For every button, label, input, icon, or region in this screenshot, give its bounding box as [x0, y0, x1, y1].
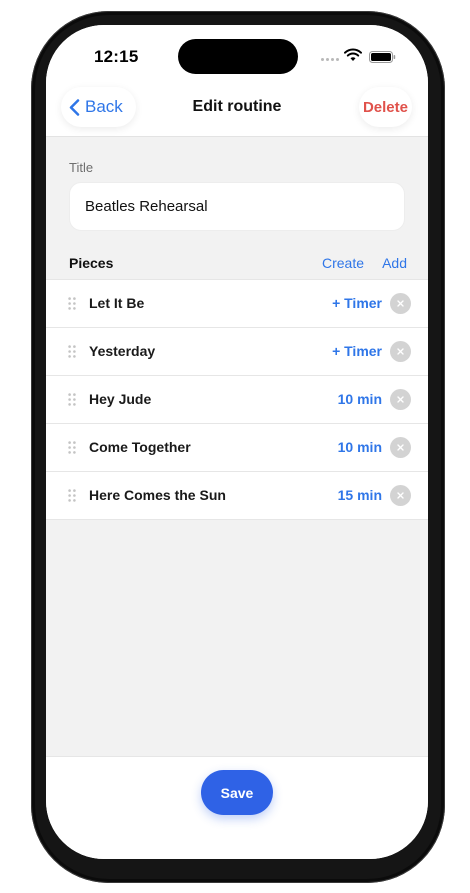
drag-handle-icon[interactable] — [68, 489, 76, 502]
close-icon — [397, 348, 404, 355]
close-icon — [397, 492, 404, 499]
navigation-bar: Back Edit routine Delete — [46, 87, 428, 137]
list-item[interactable]: Here Comes the Sun 15 min — [46, 472, 428, 520]
add-piece-button[interactable]: Add — [382, 255, 407, 271]
remove-piece-button[interactable] — [390, 485, 411, 506]
save-button[interactable]: Save — [201, 770, 273, 815]
piece-name: Let It Be — [89, 295, 145, 311]
drag-handle-icon[interactable] — [68, 345, 76, 358]
pieces-section-title: Pieces — [69, 255, 114, 271]
remove-piece-button[interactable] — [390, 293, 411, 314]
bottom-bar: Save — [46, 756, 428, 859]
status-time: 12:15 — [94, 47, 139, 66]
title-field-label: Title — [69, 160, 94, 175]
piece-name: Come Together — [89, 439, 191, 455]
pieces-list: Let It Be + Timer Yesterday + Timer Hey … — [46, 279, 428, 520]
remove-piece-button[interactable] — [390, 341, 411, 362]
remove-piece-button[interactable] — [390, 437, 411, 458]
list-item[interactable]: Yesterday + Timer — [46, 328, 428, 376]
remove-piece-button[interactable] — [390, 389, 411, 410]
drag-handle-icon[interactable] — [68, 297, 76, 310]
piece-timer-button[interactable]: 10 min — [338, 439, 382, 455]
list-item[interactable]: Come Together 10 min — [46, 424, 428, 472]
piece-timer-button[interactable]: 15 min — [338, 487, 382, 503]
piece-timer-button[interactable]: 10 min — [338, 391, 382, 407]
piece-timer-button[interactable]: + Timer — [332, 295, 382, 311]
dynamic-island — [178, 39, 298, 74]
list-item[interactable]: Let It Be + Timer — [46, 280, 428, 328]
close-icon — [397, 396, 404, 403]
pieces-header: Pieces Create Add — [69, 255, 407, 275]
create-piece-button[interactable]: Create — [322, 255, 364, 271]
battery-icon — [369, 51, 396, 63]
app-screen: 12:15 Back Edit routine Delete Title Bea… — [46, 25, 428, 859]
delete-button[interactable]: Delete — [358, 87, 412, 127]
close-icon — [397, 444, 404, 451]
drag-handle-icon[interactable] — [68, 441, 76, 454]
piece-timer-button[interactable]: + Timer — [332, 343, 382, 359]
signal-dots-icon — [321, 58, 339, 61]
wifi-icon — [344, 48, 362, 61]
piece-name: Hey Jude — [89, 391, 152, 407]
status-bar: 12:15 — [46, 25, 428, 87]
title-input[interactable]: Beatles Rehearsal — [69, 182, 405, 231]
piece-name: Here Comes the Sun — [89, 487, 226, 503]
close-icon — [397, 300, 404, 307]
drag-handle-icon[interactable] — [68, 393, 76, 406]
list-item[interactable]: Hey Jude 10 min — [46, 376, 428, 424]
piece-name: Yesterday — [89, 343, 156, 359]
